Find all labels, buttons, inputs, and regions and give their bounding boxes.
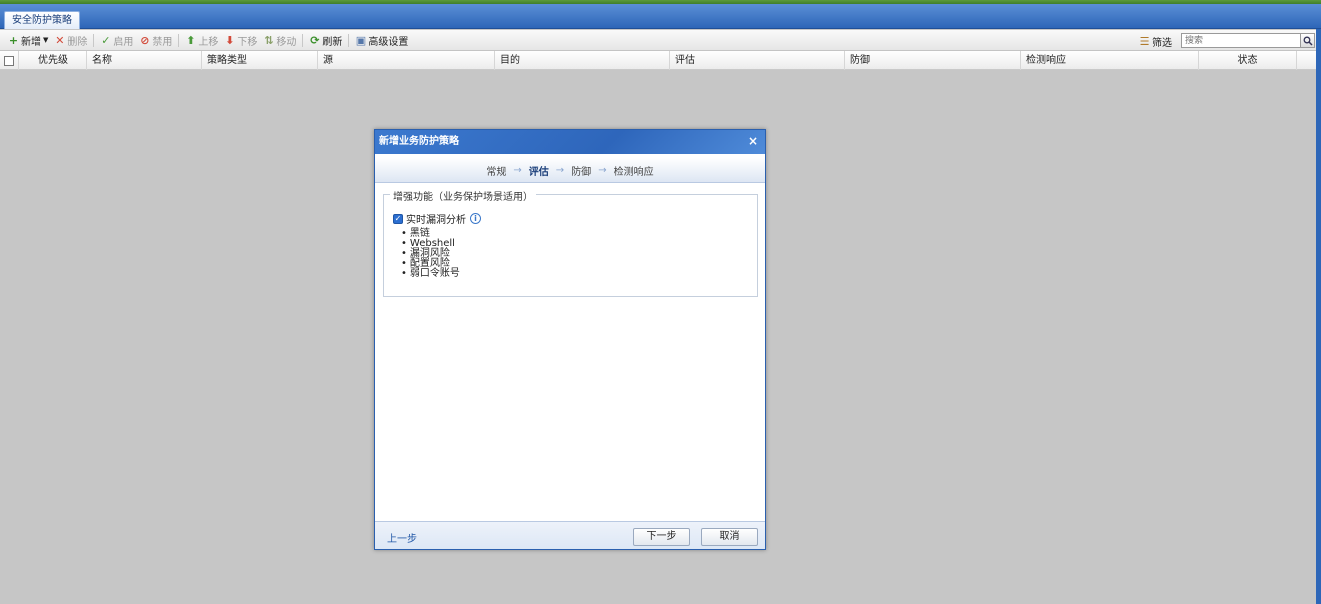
grid-col-assessment[interactable]: 评估: [670, 51, 845, 70]
disable-label: 禁用: [152, 36, 173, 48]
delete-label: 删除: [67, 36, 88, 48]
grid-col-checkbox: [0, 51, 19, 70]
grid-col-policy-type[interactable]: 策略类型: [202, 51, 318, 70]
check-icon: ✓: [101, 33, 111, 47]
enable-button[interactable]: ✓ 启用: [97, 31, 136, 49]
grid-col-source[interactable]: 源: [318, 51, 495, 70]
enhanced-features-fieldset: 增强功能（业务保护场景适用） ✓ 实时漏洞分析 i 黑链 Webshell 漏洞…: [383, 188, 758, 297]
list-item: 弱口令账号: [401, 269, 460, 279]
move-down-button[interactable]: ⬇ 下移: [221, 31, 260, 49]
step-assessment[interactable]: 评估: [525, 163, 553, 178]
dialog-title: 新增业务防护策略 ×: [375, 130, 765, 154]
wizard-steps: 常规 → 评估 → 防御 → 检测响应: [375, 158, 765, 183]
tab-bar: 安全防护策略: [0, 4, 1321, 29]
x-icon: ✕: [55, 33, 65, 47]
info-icon[interactable]: i: [470, 213, 481, 224]
step-detection-response[interactable]: 检测响应: [610, 163, 658, 178]
window-right-border: [1316, 29, 1321, 604]
plus-icon: +: [8, 33, 19, 47]
disable-button[interactable]: ⊘ 禁用: [136, 31, 175, 49]
chevron-down-icon: ▼: [43, 36, 49, 44]
grid-col-priority[interactable]: 优先级: [19, 51, 87, 70]
refresh-icon: ⟳: [310, 33, 320, 47]
arrow-right-icon: →: [555, 164, 565, 176]
move-button[interactable]: ⇅ 移动: [260, 31, 299, 49]
move-up-button[interactable]: ⬆ 上移: [182, 31, 221, 49]
toolbar: + 新增 ▼ ✕ 删除 ✓ 启用 ⊘ 禁用 ⬆ 上移 ⬇ 下移 ⇅ 移动 ⟳ 刷…: [0, 30, 1321, 51]
step-defense[interactable]: 防御: [567, 163, 595, 178]
toolbar-separator: [302, 33, 304, 47]
grid-col-detection-response[interactable]: 检测响应: [1021, 51, 1199, 70]
refresh-button[interactable]: ⟳ 刷新: [306, 31, 345, 49]
grid-col-destination[interactable]: 目的: [495, 51, 670, 70]
search-input[interactable]: [1181, 33, 1301, 48]
delete-button[interactable]: ✕ 删除: [51, 31, 90, 49]
dialog-title-text: 新增业务防护策略: [379, 136, 459, 147]
toolbar-separator: [93, 33, 95, 47]
arrow-right-icon: →: [598, 164, 607, 176]
advanced-settings-button[interactable]: ▣ 高级设置: [352, 31, 411, 49]
close-icon[interactable]: ×: [748, 134, 758, 148]
advanced-settings-label: 高级设置: [368, 36, 409, 48]
move-down-label: 下移: [237, 36, 258, 48]
move-label: 移动: [276, 36, 297, 48]
move-icon: ⇅: [264, 33, 274, 47]
grid-col-name[interactable]: 名称: [87, 51, 202, 70]
realtime-vuln-analysis-label[interactable]: 实时漏洞分析: [406, 211, 466, 226]
add-button[interactable]: + 新增 ▼: [5, 31, 51, 49]
step-general[interactable]: 常规: [482, 163, 510, 178]
feature-list: 黑链 Webshell 漏洞风险 配置风险 弱口令账号: [401, 229, 460, 279]
grid-header: 优先级 名称 策略类型 源 目的 评估 防御 检测响应 状态: [0, 51, 1321, 70]
select-all-checkbox[interactable]: [4, 56, 14, 66]
enable-label: 启用: [113, 36, 134, 48]
arrow-down-icon: ⬇: [225, 33, 235, 47]
dialog-footer: 上一步 下一步 取消: [375, 521, 765, 549]
realtime-vuln-analysis-row: ✓ 实时漏洞分析 i: [393, 211, 481, 226]
grid-col-status[interactable]: 状态: [1199, 51, 1297, 70]
refresh-label: 刷新: [322, 36, 343, 48]
fieldset-legend: 增强功能（业务保护场景适用）: [390, 188, 536, 203]
prev-step-link[interactable]: 上一步: [387, 530, 417, 545]
magnifier-icon: [1303, 36, 1313, 46]
filter-icon: ☰: [1139, 34, 1150, 48]
add-label: 新增: [21, 36, 41, 48]
add-policy-dialog: 新增业务防护策略 × 常规 → 评估 → 防御 → 检测响应 增强功能（业务保护…: [374, 129, 766, 550]
toolbar-separator: [178, 33, 180, 47]
ban-icon: ⊘: [140, 33, 150, 47]
filter-button[interactable]: ☰ 筛选: [1136, 32, 1175, 50]
filter-label: 筛选: [1152, 37, 1172, 49]
toolbar-separator: [348, 33, 350, 47]
arrow-right-icon: →: [513, 164, 522, 176]
cancel-button[interactable]: 取消: [701, 528, 758, 546]
next-step-button[interactable]: 下一步: [633, 528, 690, 546]
move-up-label: 上移: [198, 36, 219, 48]
search-button[interactable]: [1300, 33, 1315, 48]
grid-col-defense[interactable]: 防御: [845, 51, 1021, 70]
realtime-vuln-analysis-checkbox[interactable]: ✓: [393, 213, 403, 224]
settings-icon: ▣: [355, 33, 367, 47]
arrow-up-icon: ⬆: [186, 33, 196, 47]
tab-security-policy[interactable]: 安全防护策略: [4, 11, 80, 29]
